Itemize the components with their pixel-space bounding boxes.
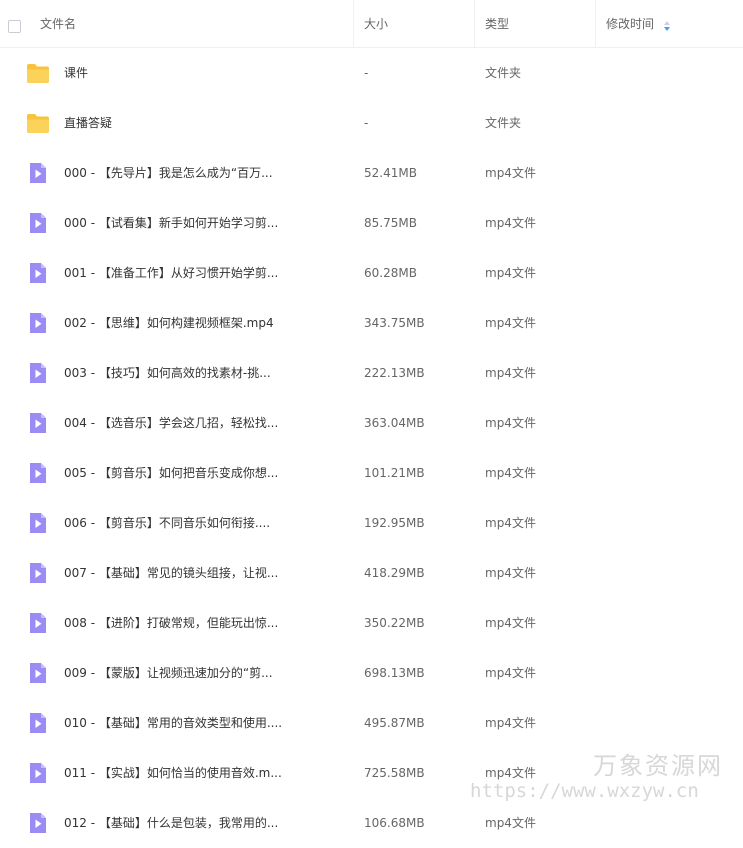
file-type: 文件夹 xyxy=(485,66,522,80)
video-file-icon xyxy=(26,312,50,334)
folder-icon xyxy=(26,112,50,134)
file-size: 222.13MB xyxy=(364,366,425,380)
video-file-icon xyxy=(26,412,50,434)
file-type: mp4文件 xyxy=(485,266,536,280)
file-name[interactable]: 011 - 【实战】如何恰当的使用音效.m... xyxy=(64,748,282,798)
file-row[interactable]: 007 - 【基础】常见的镜头组接，让视... 418.29MB mp4文件 xyxy=(0,548,743,598)
column-divider[interactable] xyxy=(474,0,475,48)
file-row[interactable]: 000 - 【试看集】新手如何开始学习剪... 85.75MB mp4文件 xyxy=(0,198,743,248)
file-type: mp4文件 xyxy=(485,216,536,230)
file-size: 106.68MB xyxy=(364,816,425,830)
file-row[interactable]: 004 - 【选音乐】学会这几招，轻松找... 363.04MB mp4文件 xyxy=(0,398,743,448)
video-file-icon xyxy=(26,462,50,484)
sort-icon[interactable] xyxy=(663,20,671,32)
file-size: 725.58MB xyxy=(364,766,425,780)
file-size: 192.95MB xyxy=(364,516,425,530)
file-size: 418.29MB xyxy=(364,566,425,580)
video-file-icon xyxy=(26,362,50,384)
file-name[interactable]: 005 - 【剪音乐】如何把音乐变成你想... xyxy=(64,448,278,498)
watermark-url: https://www.wxzyw.cn xyxy=(470,780,699,802)
video-file-icon xyxy=(26,562,50,584)
video-file-icon xyxy=(26,612,50,634)
file-row[interactable]: 009 - 【蒙版】让视频迅速加分的“剪... 698.13MB mp4文件 xyxy=(0,648,743,698)
file-row[interactable]: 000 - 【先导片】我是怎么成为“百万... 52.41MB mp4文件 xyxy=(0,148,743,198)
file-name[interactable]: 009 - 【蒙版】让视频迅速加分的“剪... xyxy=(64,648,273,698)
column-divider[interactable] xyxy=(353,0,354,48)
file-name[interactable]: 课件 xyxy=(64,48,88,98)
column-header-name[interactable]: 文件名 xyxy=(40,0,76,48)
file-size: 101.21MB xyxy=(364,466,425,480)
file-row[interactable]: 006 - 【剪音乐】不同音乐如何衔接.... 192.95MB mp4文件 xyxy=(0,498,743,548)
file-type: mp4文件 xyxy=(485,566,536,580)
video-file-icon xyxy=(26,762,50,784)
video-file-icon xyxy=(26,512,50,534)
file-type: mp4文件 xyxy=(485,366,536,380)
file-name[interactable]: 008 - 【进阶】打破常规，但能玩出惊... xyxy=(64,598,278,648)
file-name[interactable]: 直播答疑 xyxy=(64,98,112,148)
column-divider[interactable] xyxy=(595,0,596,48)
file-size: - xyxy=(364,66,369,80)
file-name[interactable]: 000 - 【先导片】我是怎么成为“百万... xyxy=(64,148,273,198)
file-row[interactable]: 002 - 【思维】如何构建视频框架.mp4 343.75MB mp4文件 xyxy=(0,298,743,348)
file-size: 343.75MB xyxy=(364,316,425,330)
file-row[interactable]: 课件 - 文件夹 xyxy=(0,48,743,98)
video-file-icon xyxy=(26,712,50,734)
file-row[interactable]: 001 - 【准备工作】从好习惯开始学剪... 60.28MB mp4文件 xyxy=(0,248,743,298)
file-name[interactable]: 002 - 【思维】如何构建视频框架.mp4 xyxy=(64,298,274,348)
video-file-icon xyxy=(26,262,50,284)
video-file-icon xyxy=(26,162,50,184)
file-size: 698.13MB xyxy=(364,666,425,680)
file-row[interactable]: 010 - 【基础】常用的音效类型和使用.... 495.87MB mp4文件 xyxy=(0,698,743,748)
file-size: 52.41MB xyxy=(364,166,417,180)
file-name[interactable]: 004 - 【选音乐】学会这几招，轻松找... xyxy=(64,398,278,448)
file-name[interactable]: 012 - 【基础】什么是包装，我常用的... xyxy=(64,798,278,848)
video-file-icon xyxy=(26,662,50,684)
file-type: mp4文件 xyxy=(485,466,536,480)
video-file-icon xyxy=(26,812,50,834)
file-size: 85.75MB xyxy=(364,216,417,230)
file-type: mp4文件 xyxy=(485,716,536,730)
select-all-checkbox[interactable] xyxy=(8,20,21,33)
file-size: 60.28MB xyxy=(364,266,417,280)
file-row[interactable]: 003 - 【技巧】如何高效的找素材-挑... 222.13MB mp4文件 xyxy=(0,348,743,398)
file-type: mp4文件 xyxy=(485,516,536,530)
folder-icon xyxy=(26,62,50,84)
file-size: 350.22MB xyxy=(364,616,425,630)
column-header-size[interactable]: 大小 xyxy=(364,0,388,48)
file-name[interactable]: 010 - 【基础】常用的音效类型和使用.... xyxy=(64,698,282,748)
file-type: 文件夹 xyxy=(485,116,522,130)
file-row[interactable]: 005 - 【剪音乐】如何把音乐变成你想... 101.21MB mp4文件 xyxy=(0,448,743,498)
file-name[interactable]: 006 - 【剪音乐】不同音乐如何衔接.... xyxy=(64,498,270,548)
file-type: mp4文件 xyxy=(485,816,536,830)
file-row[interactable]: 012 - 【基础】什么是包装，我常用的... 106.68MB mp4文件 xyxy=(0,798,743,848)
file-list-header: 文件名 大小 类型 修改时间 xyxy=(0,0,743,48)
file-size: 363.04MB xyxy=(364,416,425,430)
file-name[interactable]: 007 - 【基础】常见的镜头组接，让视... xyxy=(64,548,278,598)
file-name[interactable]: 003 - 【技巧】如何高效的找素材-挑... xyxy=(64,348,271,398)
file-size: - xyxy=(364,116,369,130)
file-list: 课件 - 文件夹 直播答疑 - 文件夹 000 - 【先导片】我是怎么成为“百万... 52.… xyxy=(0,48,743,848)
column-header-type[interactable]: 类型 xyxy=(485,0,509,48)
file-type: mp4文件 xyxy=(485,166,536,180)
file-size: 495.87MB xyxy=(364,716,425,730)
file-type: mp4文件 xyxy=(485,616,536,630)
file-name[interactable]: 000 - 【试看集】新手如何开始学习剪... xyxy=(64,198,278,248)
video-file-icon xyxy=(26,212,50,234)
file-row[interactable]: 008 - 【进阶】打破常规，但能玩出惊... 350.22MB mp4文件 xyxy=(0,598,743,648)
file-type: mp4文件 xyxy=(485,666,536,680)
file-name[interactable]: 001 - 【准备工作】从好习惯开始学剪... xyxy=(64,248,278,298)
file-type: mp4文件 xyxy=(485,416,536,430)
column-header-modified[interactable]: 修改时间 xyxy=(606,0,654,48)
watermark-name: 万象资源网 xyxy=(593,752,723,780)
file-row[interactable]: 直播答疑 - 文件夹 xyxy=(0,98,743,148)
file-type: mp4文件 xyxy=(485,316,536,330)
